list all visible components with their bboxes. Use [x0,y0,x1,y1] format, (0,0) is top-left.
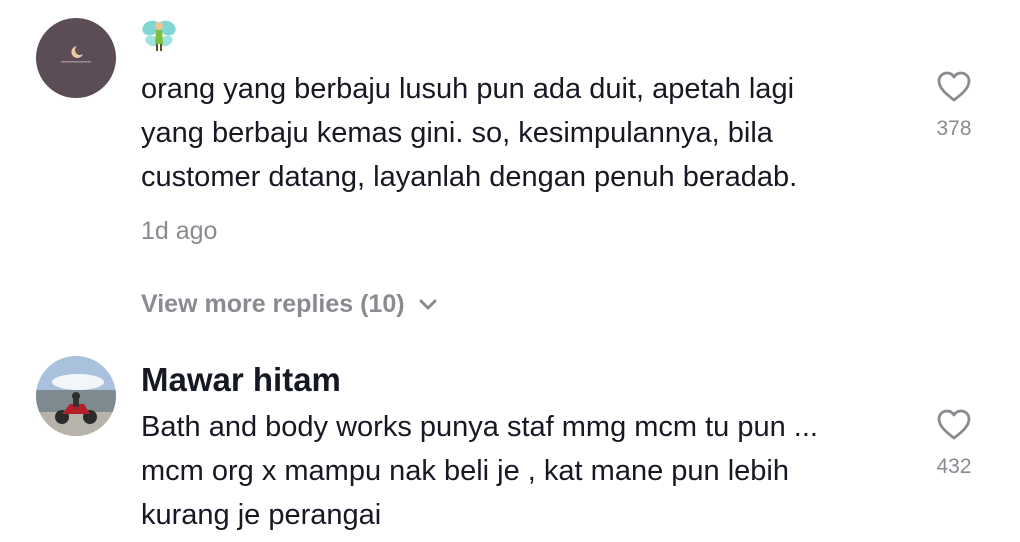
heart-icon [937,409,971,440]
crescent-moon-avatar-icon [36,18,116,98]
comment-text: Bath and body works punya staf mmg mcm t… [141,405,901,537]
comment-item: Mawar hitam Bath and body works punya st… [0,340,1020,542]
comment-text-line: kurang je perangai [141,499,382,531]
comment-timestamp: 1d ago [141,217,218,245]
heart-icon [937,71,971,102]
chevron-down-icon [419,299,437,309]
comment-text-line: yang berbaju kemas gini. so, kesimpulann… [141,117,773,149]
comment-username[interactable]: Mawar hitam [141,361,341,399]
comment-text: orang yang berbaju lusuh pun ada duit, a… [141,67,901,199]
comment-text-line: orang yang berbaju lusuh pun ada duit, a… [141,73,795,105]
avatar[interactable] [36,18,116,98]
avatar[interactable] [36,356,116,436]
view-more-replies-label: View more replies (10) [141,290,405,318]
like-button[interactable]: 378 [922,70,986,141]
comment-text-line: Bath and body works punya staf mmg mcm t… [141,411,818,443]
comment-text-line: customer datang, layanlah dengan penuh b… [141,161,798,193]
motorbike-photo-avatar-icon [36,356,116,436]
like-count: 432 [936,455,972,478]
like-button[interactable]: 432 [922,408,986,479]
like-count: 378 [936,117,972,140]
comment-text-line: mcm org x mampu nak beli je , kat mane p… [141,455,789,487]
comment-item: orang yang berbaju lusuh pun ada duit, a… [0,0,1020,340]
view-more-replies-button[interactable]: View more replies (10) [141,290,437,319]
fairy-emoji-icon [140,16,178,54]
